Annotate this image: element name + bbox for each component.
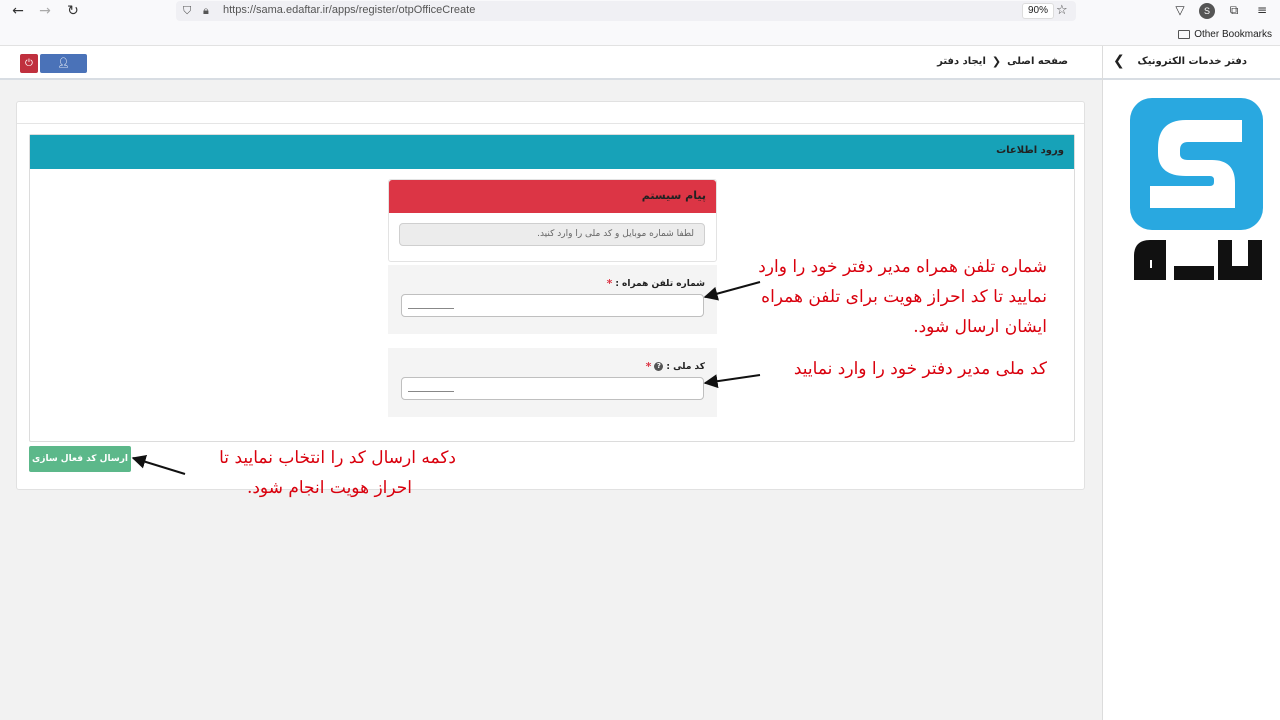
send-activation-code-button[interactable]: ارسال کد فعال سازی [29,446,131,472]
pocket-icon[interactable]: ▽ [1172,3,1188,19]
power-icon: ⏻ [25,58,33,69]
zoom-level[interactable]: 90% [1022,3,1055,19]
breadcrumb-current: ایجاد دفتر [937,56,986,67]
system-message: پیام سیستم لطفا شماره موبایل و کد ملی را… [388,179,717,262]
system-message-header: پیام سیستم [389,180,716,213]
browser-toolbar: ← → ↻ ⛉ 🔒︎ https://sama.edaftar.ir/apps/… [0,0,1280,24]
input-placeholder-line [408,308,454,309]
other-bookmarks-label: Other Bookmarks [1194,29,1272,40]
divider [17,123,1084,124]
app-header: ⏻ 👤︎ صفحه اصلی ❮ ایجاد دفتر [0,46,1102,80]
phone-input[interactable] [401,294,704,317]
chevron-left-icon: ❮ [991,55,1002,68]
system-message-body: لطفا شماره موبایل و کد ملی را وارد کنید. [399,223,705,246]
sama-logo [1130,98,1263,280]
phone-field-group: شماره تلفن همراه : * [388,265,717,334]
bookmark-star-icon[interactable]: ☆ [1056,3,1068,18]
phone-annotation-line2: نمایید تا کد احراز هویت برای تلفن همراه [761,287,1047,307]
profile-avatar[interactable]: S [1199,3,1215,19]
bookmarks-bar: Other Bookmarks [0,24,1280,46]
system-message-title: پیام سیستم [641,189,706,202]
submit-annotation-line2: احراز هویت انجام شود. [246,478,412,498]
national-id-input[interactable] [401,377,704,400]
sidebar: ❮ دفتر خدمات الکترونیک [1102,46,1280,720]
national-id-label-text: کد ملی : [666,361,705,372]
reload-icon[interactable]: ↻ [63,2,83,20]
sidebar-toggle-icon[interactable]: ❮ [1113,53,1125,69]
phone-label: شماره تلفن همراه : * [607,277,705,290]
national-id-field-group: کد ملی : ? * [388,348,717,417]
forward-icon[interactable]: → [35,2,55,20]
input-placeholder-line [408,391,454,392]
breadcrumb-home[interactable]: صفحه اصلی [1007,56,1068,67]
address-bar[interactable]: ⛉ 🔒︎ https://sama.edaftar.ir/apps/regist… [176,1,1076,21]
panel-title: ورود اطلاعات [996,145,1064,156]
shield-icon[interactable]: ⛉ [183,4,191,18]
user-button[interactable]: 👤︎ [40,54,87,73]
logout-button[interactable]: ⏻ [20,54,38,73]
extensions-icon[interactable]: ⧉ [1226,3,1242,19]
sidebar-title: دفتر خدمات الکترونیک [1137,56,1247,67]
phone-annotation: شماره تلفن همراه مدیر دفتر خود را وارد ن… [735,252,1047,342]
phone-annotation-line3: ایشان ارسال شود. [913,317,1047,337]
submit-annotation-line1: دکمه ارسال کد را انتخاب نمایید تا [219,448,456,468]
folder-icon [1178,30,1191,39]
url-text[interactable]: https://sama.edaftar.ir/apps/register/ot… [223,4,475,16]
submit-annotation: دکمه ارسال کد را انتخاب نمایید تا احراز … [190,443,456,503]
sidebar-header: ❮ دفتر خدمات الکترونیک [1103,46,1280,80]
menu-icon[interactable]: ≡ [1254,3,1270,19]
required-mark: * [606,277,613,290]
phone-annotation-line1: شماره تلفن همراه مدیر دفتر خود را وارد [758,257,1047,277]
back-icon[interactable]: ← [8,2,28,20]
other-bookmarks[interactable]: Other Bookmarks [1178,29,1272,40]
user-icon: 👤︎ [57,58,70,69]
breadcrumb: صفحه اصلی ❮ ایجاد دفتر [937,55,1068,68]
phone-label-text: شماره تلفن همراه : [615,278,705,289]
lock-icon[interactable]: 🔒︎ [203,4,209,18]
system-message-text: لطفا شماره موبایل و کد ملی را وارد کنید. [537,229,694,239]
national-id-annotation: کد ملی مدیر دفتر خود را وارد نمایید [793,359,1047,379]
national-id-label: کد ملی : ? * [646,360,705,373]
help-icon[interactable]: ? [654,362,664,371]
required-mark: * [645,360,652,373]
panel-header: ورود اطلاعات [30,135,1074,169]
